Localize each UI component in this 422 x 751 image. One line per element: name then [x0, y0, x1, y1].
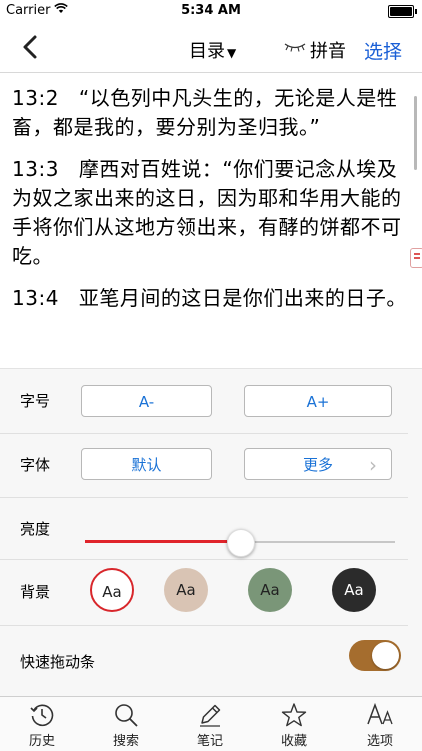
back-chevron-icon[interactable] [18, 34, 44, 60]
verse-text: “以色列中凡头生的，无论是人是牲畜，都是我的，要分别为圣归我。” [12, 86, 398, 139]
font-size-row: 字号 A- A+ [0, 369, 408, 434]
brightness-slider[interactable] [85, 527, 395, 557]
font-larger-button[interactable]: A+ [244, 385, 392, 417]
tab-bar: 历史 搜索 笔记 收藏 选项 [0, 696, 422, 751]
verse: 13:3 摩西对百姓说：“你们要记念从埃及为奴之家出来的这日，因为耶和华用大能的手… [12, 155, 408, 271]
status-bar: Carrier 5:34 AM [0, 0, 422, 22]
tab-label: 历史 [28, 734, 55, 749]
toggle-knob [372, 642, 399, 669]
slider-thumb[interactable] [227, 529, 255, 557]
chevron-right-icon: › [369, 453, 377, 477]
toc-label: 目录 [189, 41, 225, 62]
font-row: 字体 默认 更多 › [0, 433, 408, 498]
slider-fill [85, 540, 227, 543]
pencil-icon [200, 704, 221, 727]
history-icon [30, 704, 54, 727]
background-swatch[interactable]: Aa [90, 568, 134, 612]
background-swatch[interactable]: Aa [248, 568, 292, 612]
display-settings-panel: 字号 A- A+ 字体 默认 更多 › 亮度 背景 Aa Aa Aa Aa 快速拖动条 [0, 368, 422, 697]
verse: 13:2 “以色列中凡头生的，无论是人是牲畜，都是我的，要分别为圣归我。” [12, 84, 408, 142]
fast-scroll-handle[interactable] [410, 248, 422, 268]
closed-eye-icon[interactable] [284, 41, 306, 53]
font-smaller-button[interactable]: A- [81, 385, 212, 417]
tab-label: 搜索 [112, 734, 139, 749]
verse-number: 13:3 [12, 157, 59, 181]
tab-label: 选项 [366, 734, 393, 749]
verse: 13:4 亚笔月间的这日是你们出来的日子。 [12, 284, 408, 313]
fast-scroll-toggle[interactable] [349, 640, 401, 671]
font-options-icon [367, 702, 393, 725]
star-icon [281, 703, 307, 727]
tab-options[interactable]: 选项 [338, 697, 422, 751]
navigation-bar: 目录 ▼ 拼音 选择 [0, 22, 422, 73]
font-size-label: 字号 [20, 392, 51, 410]
font-more-button[interactable]: 更多 › [244, 448, 392, 480]
tab-favorites[interactable]: 收藏 [252, 697, 336, 751]
font-label: 字体 [20, 456, 51, 474]
tab-history[interactable]: 历史 [0, 697, 84, 751]
caret-down-icon: ▼ [227, 46, 237, 60]
background-label: 背景 [20, 583, 51, 601]
scripture-content: 13:2 “以色列中凡头生的，无论是人是牲畜，都是我的，要分别为圣归我。” 13:… [12, 84, 408, 326]
battery-icon [388, 5, 417, 18]
pinyin-button[interactable]: 拼音 [310, 37, 346, 63]
scrollbar[interactable] [414, 96, 417, 170]
verse-number: 13:4 [12, 286, 59, 310]
search-icon [115, 704, 138, 727]
select-button[interactable]: 选择 [364, 37, 402, 64]
brightness-label: 亮度 [20, 520, 51, 538]
fast-scroll-label: 快速拖动条 [20, 653, 96, 671]
tab-label: 笔记 [196, 734, 223, 749]
verse-number: 13:2 [12, 86, 59, 110]
background-swatch[interactable]: Aa [332, 568, 376, 612]
status-time: 5:34 AM [181, 3, 241, 18]
background-swatch[interactable]: Aa [164, 568, 208, 612]
font-more-label: 更多 [302, 456, 333, 474]
toc-dropdown[interactable]: 目录 ▼ [189, 37, 236, 63]
tab-notes[interactable]: 笔记 [168, 697, 252, 751]
verse-text: 摩西对百姓说：“你们要记念从埃及为奴之家出来的这日，因为耶和华用大能的手将你们从… [12, 157, 402, 268]
font-default-button[interactable]: 默认 [81, 448, 212, 480]
tab-search[interactable]: 搜索 [84, 697, 168, 751]
tab-label: 收藏 [280, 734, 307, 749]
verse-text: 亚笔月间的这日是你们出来的日子。 [78, 286, 407, 310]
fast-scroll-row: 快速拖动条 [0, 625, 408, 697]
